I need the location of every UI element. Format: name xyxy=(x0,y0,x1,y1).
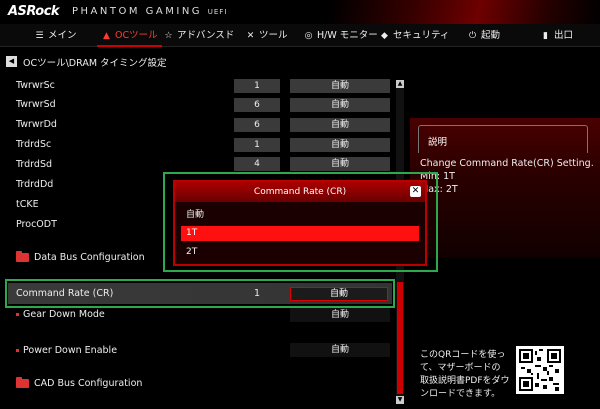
setting-mode-button[interactable]: 自動 xyxy=(290,118,390,132)
breadcrumb: ◀ OCツール\DRAM タイミング設定 xyxy=(6,55,167,69)
description-title: 説明 xyxy=(428,137,448,148)
brand-logo: ASRock xyxy=(8,4,60,19)
uefi-label: UEFI xyxy=(207,8,228,16)
popup-title: Command Rate (CR) xyxy=(175,182,425,202)
setting-label: TwrwrDd xyxy=(16,119,57,130)
scrollbar-thumb[interactable] xyxy=(397,282,403,394)
folder-icon xyxy=(16,251,29,262)
qr-text-line: ンロードできます。 xyxy=(420,389,501,399)
setting-value[interactable]: 6 xyxy=(234,98,280,112)
power-icon: ⏻ xyxy=(468,31,477,41)
exit-icon: ▮ xyxy=(543,31,548,41)
submenu-data-bus[interactable]: Data Bus Configuration xyxy=(16,251,145,263)
qr-text-line: 取扱説明書PDFをダウ xyxy=(420,376,510,386)
annotation-box-command-rate xyxy=(5,279,395,308)
setting-label: tCKE xyxy=(16,199,39,210)
tab-advanced[interactable]: ☆ アドバンスド xyxy=(163,24,234,47)
qr-text-line: て、マザーボードの xyxy=(420,363,501,373)
tab-exit[interactable]: ▮ 出口 xyxy=(540,24,573,47)
setting-label: TrdrdSc xyxy=(16,139,52,150)
flame-icon: ▲ xyxy=(103,31,110,41)
back-button[interactable]: ◀ xyxy=(6,56,17,67)
breadcrumb-text: OCツール\DRAM タイミング設定 xyxy=(23,57,167,69)
folder-icon xyxy=(16,377,29,388)
gear-down-mode-button[interactable]: 自動 xyxy=(290,308,390,322)
tools-icon: ✕ xyxy=(246,31,255,41)
star-icon: ☆ xyxy=(164,31,173,41)
setting-mode-button[interactable]: 自動 xyxy=(290,98,390,112)
top-header: ASRock PHANTOM GAMING UEFI xyxy=(0,0,600,24)
power-down-label: Power Down Enable xyxy=(16,345,117,356)
bullet-icon xyxy=(16,313,19,316)
gear-down-label: Gear Down Mode xyxy=(16,309,105,320)
command-rate-popup: Command Rate (CR) ✕ 自動 1T 2T xyxy=(173,180,427,266)
qr-code-icon[interactable] xyxy=(516,346,564,394)
close-icon[interactable]: ✕ xyxy=(410,186,421,197)
setting-label: TrdrdDd xyxy=(16,179,54,190)
scroll-up-icon[interactable]: ▲ xyxy=(396,80,404,88)
setting-label: TwrwrSc xyxy=(16,80,55,91)
tab-oc-tools[interactable]: ▲ OCツール xyxy=(97,24,162,47)
setting-value[interactable]: 4 xyxy=(234,157,280,171)
popup-option-auto[interactable]: 自動 xyxy=(181,208,419,223)
setting-label: TrdrdSd xyxy=(16,159,53,170)
main-nav: ☰ メイン ▲ OCツール ☆ アドバンスド ✕ ツール ◎ H/W モニター ◆ セキュリ… xyxy=(0,24,600,47)
list-icon: ☰ xyxy=(35,31,44,41)
submenu-cad-bus[interactable]: CAD Bus Configuration xyxy=(16,377,142,389)
tab-tools[interactable]: ✕ ツール xyxy=(245,24,288,47)
setting-value[interactable]: 6 xyxy=(234,118,280,132)
product-name: PHANTOM GAMING xyxy=(72,6,203,17)
bullet-icon xyxy=(16,349,19,352)
setting-label: TwrwrSd xyxy=(16,99,56,110)
header-red-streak xyxy=(330,0,600,24)
setting-mode-button[interactable]: 自動 xyxy=(290,138,390,152)
product-title: PHANTOM GAMING UEFI xyxy=(72,6,227,17)
qr-text-line: このQRコードを使っ xyxy=(420,350,506,360)
tab-hw-monitor[interactable]: ◎ H/W モニター xyxy=(303,24,378,47)
popup-option-1t[interactable]: 1T xyxy=(181,226,419,241)
setting-mode-button[interactable]: 自動 xyxy=(290,157,390,171)
tab-main[interactable]: ☰ メイン xyxy=(34,24,76,47)
monitor-icon: ◎ xyxy=(304,31,313,41)
power-down-mode-button[interactable]: 自動 xyxy=(290,343,390,357)
popup-option-2t[interactable]: 2T xyxy=(181,245,419,260)
setting-value[interactable]: 1 xyxy=(234,79,280,93)
tab-boot[interactable]: ⏻ 起動 xyxy=(467,24,500,47)
setting-value[interactable]: 1 xyxy=(234,138,280,152)
scroll-down-icon[interactable]: ▼ xyxy=(396,396,404,404)
shield-icon: ◆ xyxy=(381,31,388,41)
setting-mode-button[interactable]: 自動 xyxy=(290,79,390,93)
setting-label: ProcODT xyxy=(16,219,57,230)
tab-security[interactable]: ◆ セキュリティ xyxy=(379,24,449,47)
description-line: Change Command Rate(CR) Setting. xyxy=(420,158,594,169)
